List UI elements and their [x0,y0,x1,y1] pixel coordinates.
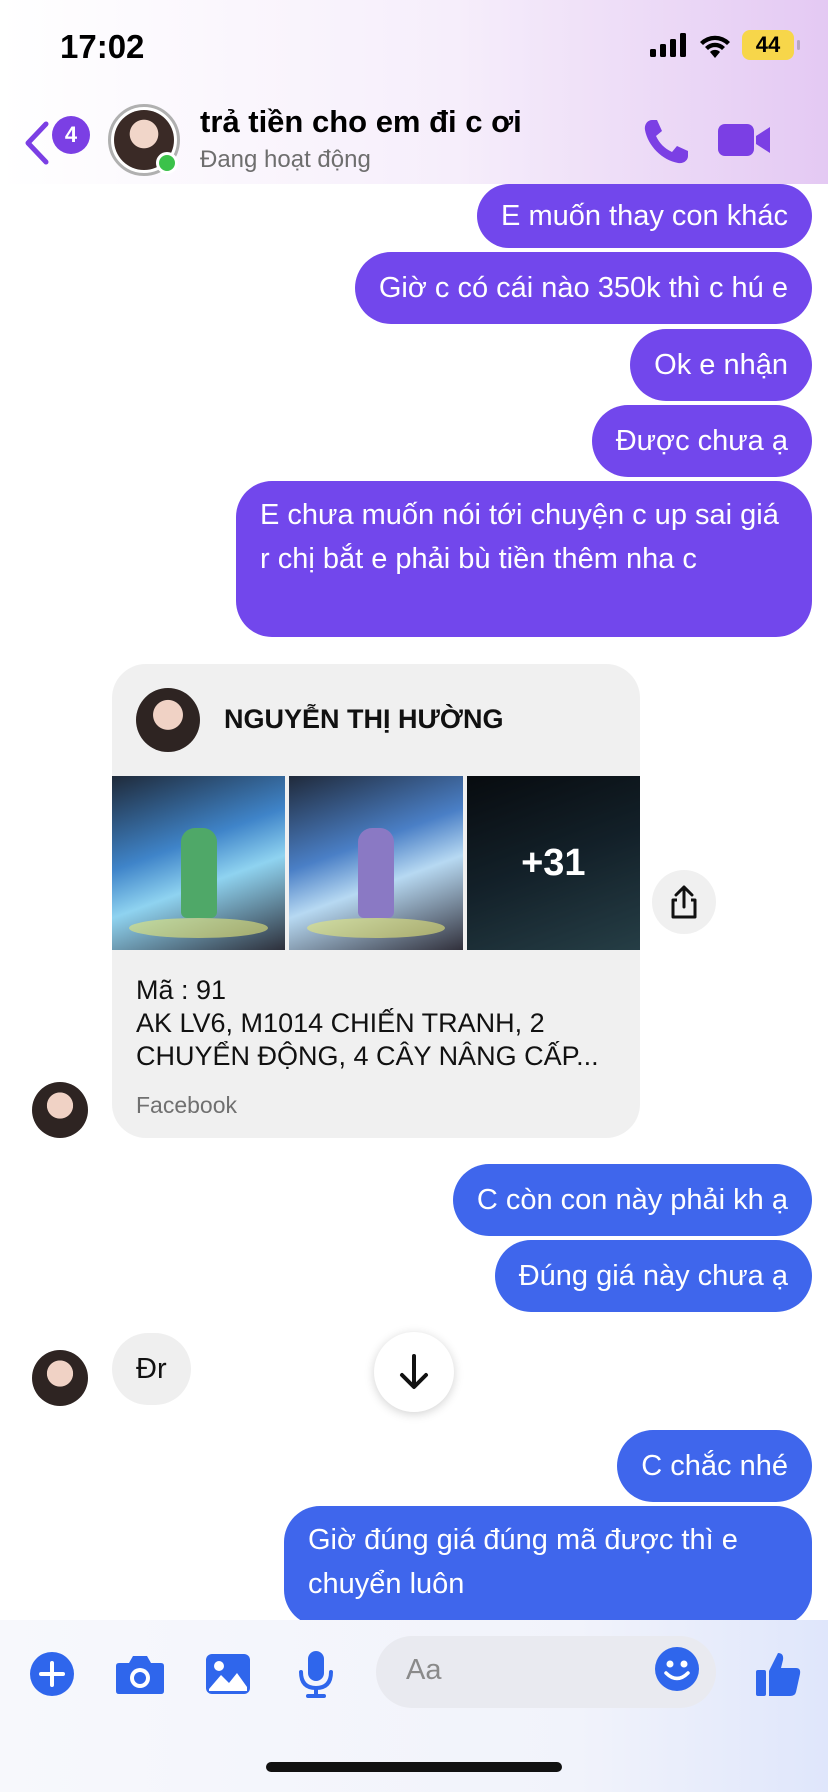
share-icon [671,885,697,919]
post-photo[interactable] [112,776,286,950]
online-indicator [156,152,178,174]
camera-icon [116,1656,164,1694]
outgoing-message[interactable]: Ok e nhận [630,329,812,401]
outgoing-message[interactable]: Được chưa ạ [591,405,812,477]
voice-call-button[interactable] [640,116,692,168]
image-icon [206,1654,250,1694]
outgoing-message[interactable]: C chắc nhé [617,1430,812,1502]
gallery-button[interactable] [200,1646,256,1702]
unread-badge: 4 [52,116,90,154]
microphone-icon [299,1651,333,1698]
sender-avatar [32,1350,88,1406]
outgoing-message[interactable]: E muốn thay con khác [477,184,812,248]
chat-status: Đang hoạt động [200,146,371,173]
arrow-down-icon [400,1354,428,1389]
like-button[interactable] [750,1646,806,1702]
scroll-to-bottom-button[interactable] [374,1332,454,1412]
post-author-name: NGUYỄN THỊ HƯỜNG [224,704,504,734]
post-photo[interactable]: +31 [466,776,640,950]
message-composer: Aa [0,1620,828,1792]
video-call-button[interactable] [716,118,772,162]
outgoing-message[interactable]: E chưa muốn nói tới chuyện c up sai giá … [236,481,812,637]
emoji-button[interactable] [654,1646,706,1698]
chevron-left-icon [25,121,49,165]
emoji-icon [655,1647,699,1691]
outgoing-message[interactable]: Giờ c có cái nào 350k thì c hú e [354,252,812,324]
thumbs-up-icon [756,1653,801,1696]
video-camera-icon [718,124,770,156]
back-button[interactable]: 4 [22,114,92,170]
more-photos-count: +31 [466,776,640,950]
signal-icon [650,33,686,57]
battery-indicator: 44 [742,30,800,60]
incoming-message[interactable]: Đr [112,1333,191,1405]
phone-icon [644,120,688,164]
status-indicators: 44 [650,30,800,60]
post-photo-grid[interactable]: +31 [112,776,640,950]
outgoing-message[interactable]: C còn con này phải kh ạ [452,1164,812,1236]
post-description: AK LV6, M1014 CHIẾN TRANH, 2 CHUYỂN ĐỘNG… [136,1008,599,1071]
wifi-icon [700,35,730,58]
more-actions-button[interactable] [24,1646,80,1702]
post-author-avatar [136,688,200,752]
message-input[interactable]: Aa [376,1636,716,1708]
sender-avatar [32,1082,88,1138]
status-time: 17:02 [60,28,145,65]
share-button[interactable] [652,870,716,934]
plus-circle-icon [30,1652,74,1696]
voice-message-button[interactable] [288,1646,344,1702]
post-code: Mã : 91 [136,975,227,1005]
chat-header: 17:02 44 4 trả tiền cho em đi c ơi Đang … [0,0,828,184]
outgoing-message[interactable]: Giờ đúng giá đúng mã được thì e chuyển l… [284,1506,812,1620]
outgoing-message[interactable]: Đúng giá này chưa ạ [494,1240,812,1312]
home-indicator [266,1762,562,1772]
post-source: Facebook [136,1092,238,1118]
shared-post-card[interactable]: NGUYỄN THỊ HƯỜNG +31 Mã : 91 AK LV6, M10… [112,664,640,1138]
camera-button[interactable] [112,1646,168,1702]
chat-title[interactable]: trả tiền cho em đi c ơi [200,104,522,140]
post-photo[interactable] [289,776,463,950]
message-input-placeholder: Aa [406,1654,442,1686]
post-text: Mã : 91 AK LV6, M1014 CHIẾN TRANH, 2 CHU… [136,974,620,1073]
